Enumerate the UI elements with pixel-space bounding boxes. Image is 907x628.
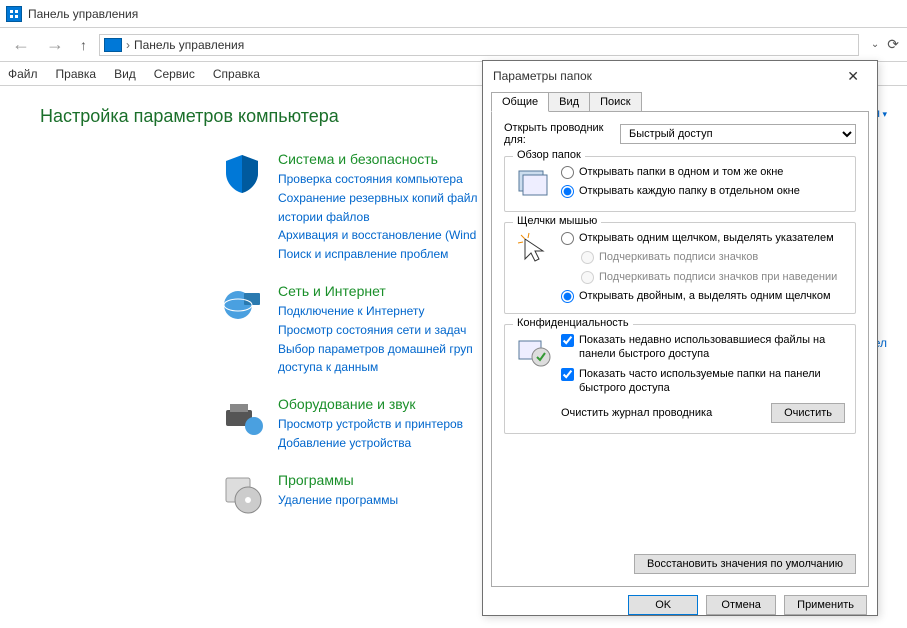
checkbox-frequent-folders-label[interactable]: Показать часто используемые папки на пан… [579, 367, 845, 396]
navigation-bar: ← → ↑ › Панель управления ⌄ ⟳ [0, 28, 907, 62]
menu-tools[interactable]: Сервис [154, 67, 195, 81]
menu-file[interactable]: Файл [8, 67, 38, 81]
address-dropdown-icon[interactable]: ⌄ [871, 39, 879, 50]
category-link[interactable]: доступа к данным [278, 359, 473, 376]
dialog-titlebar: Параметры папок ✕ [483, 61, 877, 91]
category-link[interactable]: Добавление устройства [278, 435, 463, 452]
shield-icon [220, 151, 264, 195]
group-click-behavior: Щелчки мышью Открывать одним щелчком, вы… [504, 222, 856, 314]
menu-edit[interactable]: Правка [56, 67, 97, 81]
radio-underline-always [581, 251, 594, 264]
window-title: Панель управления [28, 7, 138, 21]
nav-back-icon[interactable]: ← [8, 32, 34, 57]
restore-defaults-button[interactable]: Восстановить значения по умолчанию [634, 554, 856, 574]
radio-underline-always-label: Подчеркивать подписи значков [599, 250, 758, 264]
tab-search[interactable]: Поиск [590, 92, 641, 112]
category-title[interactable]: Оборудование и звук [278, 396, 463, 412]
dialog-tabs: Общие Вид Поиск [491, 92, 869, 112]
radio-new-window[interactable] [561, 185, 574, 198]
tab-view[interactable]: Вид [549, 92, 590, 112]
privacy-icon [515, 333, 551, 369]
group-privacy: Конфиденциальность Показать недавно испо… [504, 324, 856, 434]
ok-button[interactable]: OK [628, 595, 698, 615]
clear-history-label: Очистить журнал проводника [561, 407, 712, 419]
open-explorer-select[interactable]: Быстрый доступ [620, 124, 856, 144]
printer-icon [220, 396, 264, 440]
radio-same-window-label[interactable]: Открывать папки в одном и том же окне [579, 165, 783, 179]
cursor-click-icon [515, 231, 551, 267]
clear-button[interactable]: Очистить [771, 403, 845, 423]
category-link[interactable]: Сохранение резервных копий файл [278, 190, 478, 207]
radio-single-click-label[interactable]: Открывать одним щелчком, выделять указат… [579, 231, 834, 245]
category-link[interactable]: истории файлов [278, 209, 478, 226]
menu-help[interactable]: Справка [213, 67, 260, 81]
address-bar[interactable]: › Панель управления [99, 34, 859, 56]
category-link[interactable]: Проверка состояния компьютера [278, 171, 478, 188]
nav-forward-icon[interactable]: → [42, 32, 68, 57]
radio-same-window[interactable] [561, 166, 574, 179]
window-titlebar: Панель управления [0, 0, 907, 28]
checkbox-frequent-folders[interactable] [561, 368, 574, 381]
category-title[interactable]: Программы [278, 472, 398, 488]
category-link[interactable]: Подключение к Интернету [278, 303, 473, 320]
radio-underline-hover-label: Подчеркивать подписи значков при наведен… [599, 270, 837, 284]
category-link[interactable]: Архивация и восстановление (Wind [278, 227, 478, 244]
category-title[interactable]: Система и безопасность [278, 151, 478, 167]
control-panel-icon [6, 6, 22, 22]
category-link[interactable]: Просмотр состояния сети и задач [278, 322, 473, 339]
group-legend: Щелчки мышью [513, 215, 601, 227]
folder-window-icon [515, 165, 551, 201]
checkbox-recent-files[interactable] [561, 334, 574, 347]
group-legend: Конфиденциальность [513, 317, 633, 329]
radio-double-click-label[interactable]: Открывать двойным, а выделять одним щелч… [579, 289, 831, 303]
cancel-button[interactable]: Отмена [706, 595, 776, 615]
close-icon[interactable]: ✕ [839, 64, 867, 89]
radio-double-click[interactable] [561, 290, 574, 303]
address-separator: › [126, 38, 130, 52]
address-text: Панель управления [134, 38, 244, 52]
category-link[interactable]: Выбор параметров домашней груп [278, 341, 473, 358]
address-icon [104, 38, 122, 52]
checkbox-recent-files-label[interactable]: Показать недавно использовавшиеся файлы … [579, 333, 845, 362]
dialog-button-row: OK Отмена Применить [483, 595, 877, 625]
menu-view[interactable]: Вид [114, 67, 136, 81]
nav-up-icon[interactable]: ↑ [76, 35, 91, 55]
category-title[interactable]: Сеть и Интернет [278, 283, 473, 299]
refresh-icon[interactable]: ⟳ [887, 36, 899, 53]
radio-new-window-label[interactable]: Открывать каждую папку в отдельном окне [579, 184, 800, 198]
category-link[interactable]: Поиск и исправление проблем [278, 246, 478, 263]
category-link[interactable]: Удаление программы [278, 492, 398, 509]
apply-button[interactable]: Применить [784, 595, 867, 615]
group-legend: Обзор папок [513, 149, 585, 161]
dialog-panel: Открыть проводник для: Быстрый доступ Об… [491, 111, 869, 587]
globe-icon [220, 283, 264, 327]
radio-underline-hover [581, 271, 594, 284]
dialog-title: Параметры папок [493, 69, 592, 83]
category-link[interactable]: Просмотр устройств и принтеров [278, 416, 463, 433]
tab-general[interactable]: Общие [491, 92, 549, 112]
radio-single-click[interactable] [561, 232, 574, 245]
folder-options-dialog: Параметры папок ✕ Общие Вид Поиск Открыт… [482, 60, 878, 616]
open-explorer-label: Открыть проводник для: [504, 122, 614, 146]
disc-icon [220, 472, 264, 516]
group-browse-folders: Обзор папок Открывать папки в одном и то… [504, 156, 856, 212]
